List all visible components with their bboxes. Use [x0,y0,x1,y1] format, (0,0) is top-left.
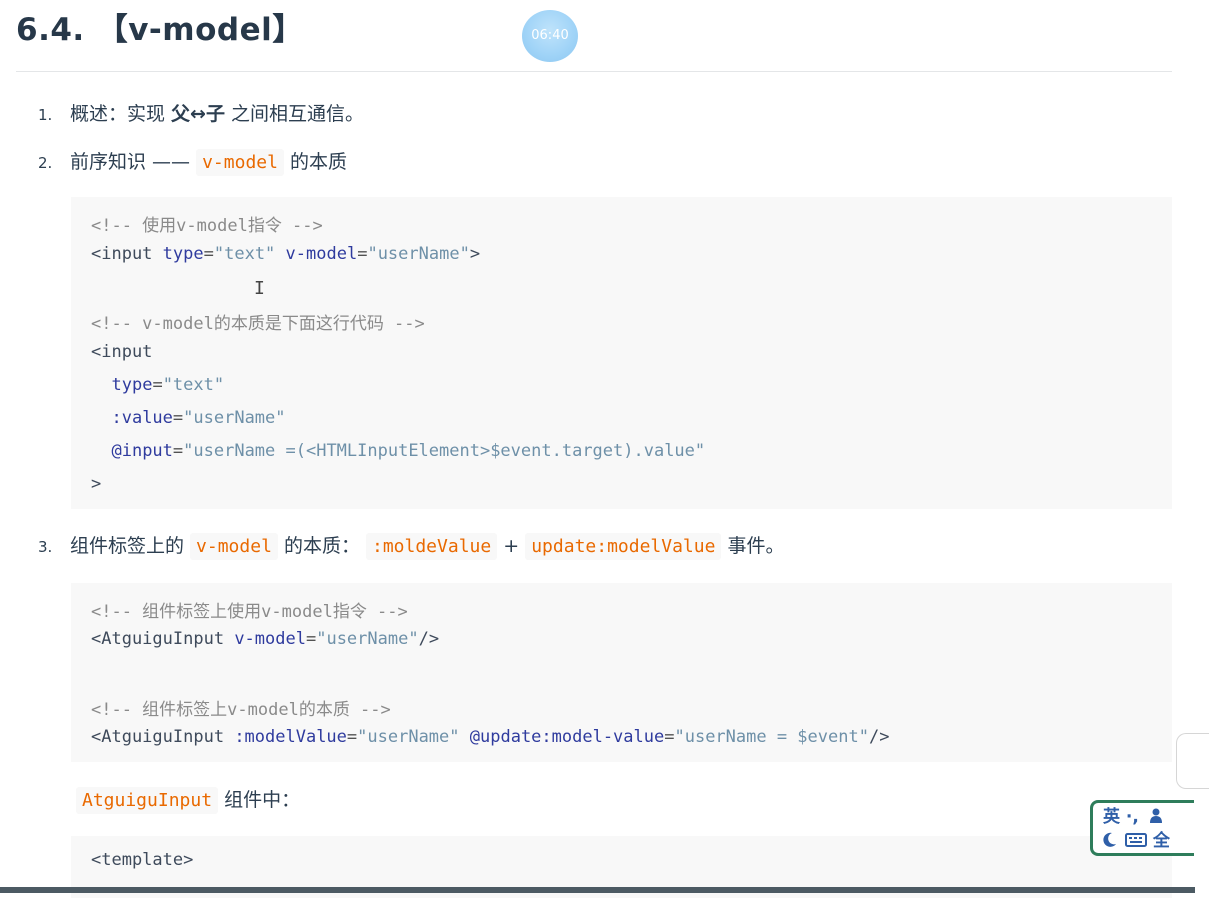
heading-number: 6.4. [16,12,85,48]
list-text: 之间相互通信。 [224,103,365,125]
heading-title: 【v-model】 [96,12,304,48]
code-line: <template> [91,850,194,870]
code-line: :value="userName" [111,408,286,428]
inline-code: :moldeValue [366,533,498,560]
list-text: 概述：实现 [70,103,172,125]
inline-code: update:modelValue [525,533,722,560]
code-line: <input type="text" v-model="userName"> [91,244,481,264]
code-line: <AtguiguInput :modelValue="userName" @up… [91,727,890,747]
list-text: 组件标签上的 [70,535,191,557]
list-text: 的本质 [283,151,347,173]
inline-code: v-model [196,149,284,176]
inline-code: AtguiguInput [76,787,219,814]
code-comment: <!-- v-model的本质是下面这行代码 --> [91,314,425,334]
list-text: 事件。 [721,535,785,557]
code-line: > [91,474,102,494]
paragraph-text: 组件中： [218,789,301,811]
text-cursor-icon: I [254,278,265,299]
ime-row-top: 英 ·, [1103,805,1194,829]
video-timer[interactable]: 06:40 [522,10,578,62]
list-text: 的本质： [277,535,360,557]
moon-icon[interactable] [1103,832,1117,848]
list-number: 2. [38,154,53,172]
code-block-component: <!-- 组件标签上使用v-model指令 --> <AtguiguInput … [71,583,1172,762]
ime-mode[interactable]: 英 ·, [1103,807,1139,827]
inline-code: v-model [190,533,278,560]
list-text: 前序知识 —— [70,151,197,173]
user-icon[interactable] [1149,808,1163,824]
list-item-prerequisite: 2. 前序知识 —— v-model 的本质 [38,147,347,176]
code-block-vmodel: <!-- 使用v-model指令 --> <input type="text" … [71,197,1172,509]
list-item-overview: 1. 概述：实现 父↔子 之间相互通信。 [38,99,364,126]
list-number: 3. [38,538,53,556]
keyboard-icon[interactable] [1124,833,1147,847]
list-bold: 父↔子 [171,103,225,125]
code-line: <AtguiguInput v-model="userName"/> [91,629,440,649]
list-item-component-vmodel: 3. 组件标签上的 v-model 的本质： :moldeValue + upda… [38,531,785,560]
ime-toolbar[interactable]: 英 ·, 全 [1090,800,1194,856]
code-comment: <!-- 组件标签上使用v-model指令 --> [91,602,408,622]
code-line: <input [91,342,153,362]
heading-divider [16,71,1172,72]
code-comment: <!-- 组件标签上v-model的本质 --> [91,700,391,720]
code-comment: <!-- 使用v-model指令 --> [91,216,323,236]
page-heading: 6.4. 【v-model】 [16,4,304,56]
list-number: 1. [38,106,53,124]
component-paragraph: AtguiguInput 组件中： [76,785,301,814]
code-line: @input="userName =(<HTMLInputElement>$ev… [111,441,706,461]
ime-fullwidth[interactable]: 全 [1153,831,1170,851]
code-line: type="text" [111,375,225,395]
bottom-progress-bar [0,887,1195,893]
list-text: + [497,535,526,557]
side-panel-tab[interactable] [1176,733,1209,789]
ime-row-bottom: 全 [1103,829,1194,853]
